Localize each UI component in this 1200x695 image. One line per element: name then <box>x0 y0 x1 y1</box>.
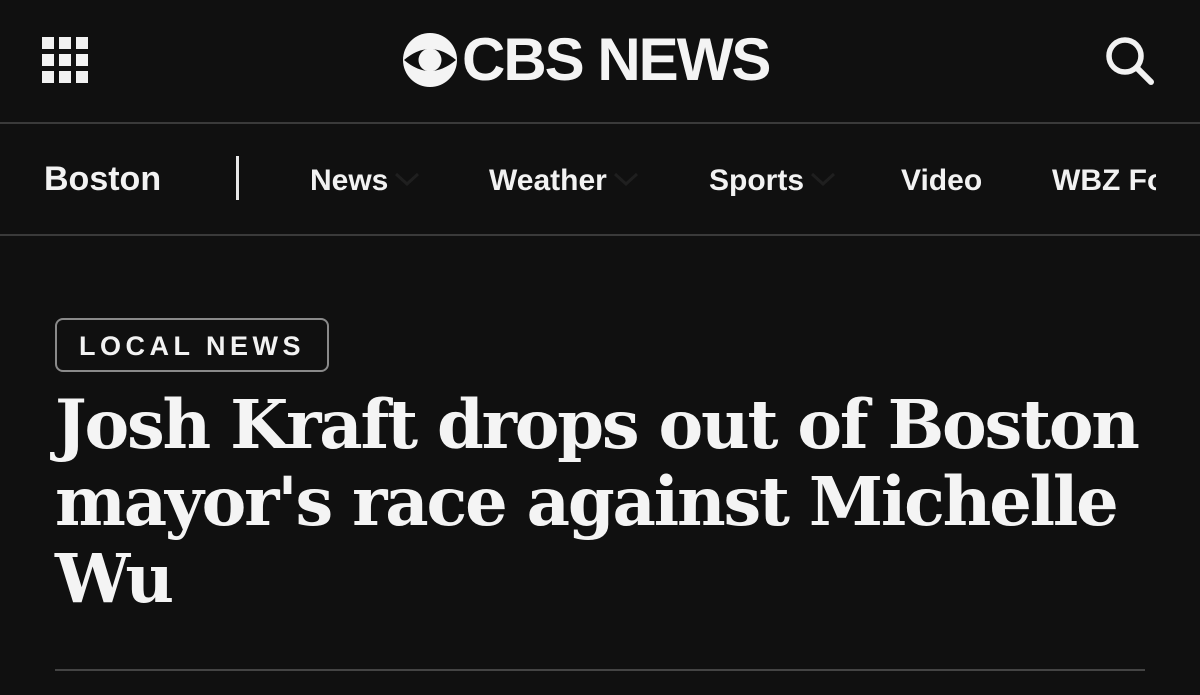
nav-item-sports[interactable]: Sports <box>709 124 836 234</box>
cbs-news-logo[interactable]: CBS NEWS <box>402 26 771 93</box>
grid-dot <box>42 37 54 49</box>
chevron-down-icon <box>613 172 638 187</box>
chevron-down-icon <box>395 172 420 187</box>
nav-home-boston[interactable]: Boston <box>44 124 161 234</box>
nav-item-video[interactable]: Video <box>901 124 982 234</box>
apps-grid-icon[interactable] <box>42 37 90 83</box>
nav-item-label: Sports <box>709 164 805 197</box>
nav-item-news[interactable]: News <box>310 124 420 234</box>
nav-item-wbz[interactable]: WBZ Fo <box>1052 124 1156 234</box>
nav-item-weather[interactable]: Weather <box>489 124 639 234</box>
section-tag[interactable]: LOCAL NEWS <box>55 318 329 372</box>
headline-divider <box>55 669 1145 671</box>
grid-dot <box>59 54 71 66</box>
article-headline: Josh Kraft drops out of Boston mayor's r… <box>55 385 1140 618</box>
grid-dot <box>42 54 54 66</box>
nav-item-label: News <box>310 164 389 197</box>
nav-item-wbz-clip: WBZ Fo <box>1052 124 1156 234</box>
grid-dot <box>59 71 71 83</box>
grid-dot <box>59 37 71 49</box>
cbs-eye-icon <box>403 33 457 87</box>
section-nav: Boston News Weather Sports Video WBZ Fo <box>0 124 1200 236</box>
top-header: CBS NEWS <box>0 0 1200 124</box>
logo-wordmark: CBS NEWS <box>462 26 771 93</box>
grid-dot <box>42 71 54 83</box>
nav-item-label: Weather <box>489 164 607 197</box>
nav-divider <box>236 156 239 200</box>
nav-item-label: Video <box>901 164 983 197</box>
grid-dot <box>76 71 88 83</box>
page: CBS NEWS Boston News Weather Sports Vide… <box>0 0 1200 695</box>
chevron-down-icon <box>811 172 836 187</box>
search-icon[interactable] <box>1102 33 1156 87</box>
grid-dot <box>76 54 88 66</box>
grid-dot <box>76 37 88 49</box>
nav-item-label: WBZ Fo <box>1052 164 1156 197</box>
